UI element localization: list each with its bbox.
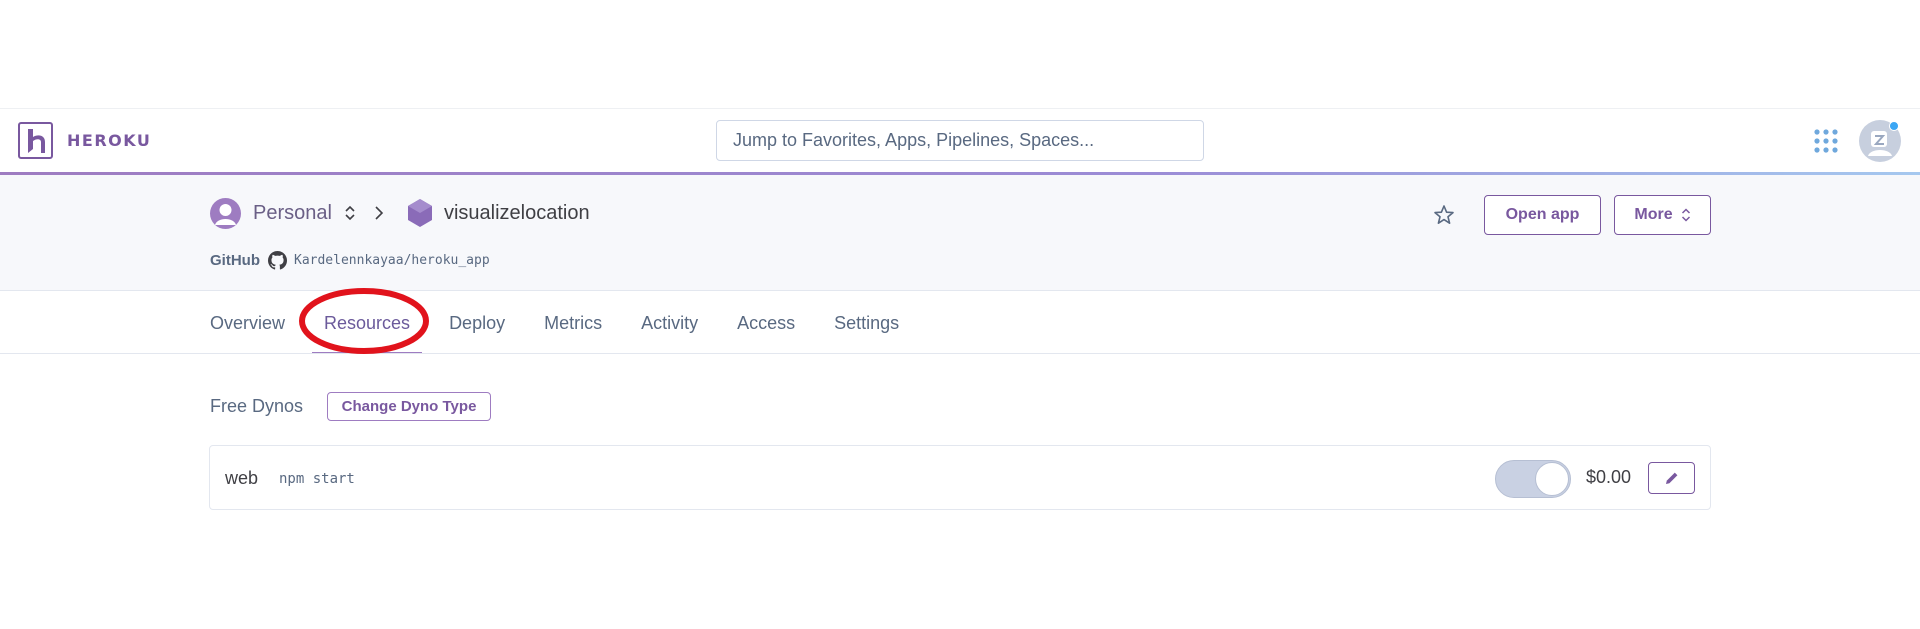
dynos-header: Free Dynos Change Dyno Type [210,392,492,421]
tab-resources[interactable]: Resources [312,292,423,354]
toggle-knob [1535,462,1569,496]
top-blank-area [0,0,1920,109]
heroku-logo[interactable]: HEROKU [18,122,151,159]
favorite-star-icon[interactable] [1433,204,1455,226]
breadcrumb: Personal visualizelocation [210,197,590,229]
tab-access[interactable]: Access [737,292,795,354]
dyno-type: web [225,468,259,488]
tab-settings[interactable]: Settings [834,292,899,354]
change-dyno-type-button[interactable]: Change Dyno Type [327,392,492,421]
more-button[interactable]: More [1614,195,1711,235]
tab-activity[interactable]: Activity [641,292,698,354]
more-button-label: More [1634,206,1673,223]
free-dynos-heading: Free Dynos [210,396,304,416]
dyno-toggle[interactable] [1495,460,1571,498]
app-hexagon-icon [407,199,432,227]
app-name[interactable]: visualizelocation [444,202,590,225]
owner-switcher[interactable]: Personal [253,202,332,225]
search-input[interactable] [716,120,1204,161]
updown-chevron-icon [1681,208,1690,222]
personal-avatar-icon [210,197,241,229]
updown-chevron-icon[interactable] [344,204,356,222]
dyno-row: web npm start $0.00 [209,445,1711,510]
brand-name: HEROKU [67,131,152,150]
chevron-right-icon [375,206,384,220]
app-header-band: Personal visualizelocation GitHub Kardel… [0,175,1920,291]
source-label: GitHub [210,251,260,269]
edit-dyno-button[interactable] [1648,462,1695,494]
open-app-button[interactable]: Open app [1484,195,1601,235]
pencil-icon [1665,472,1677,484]
tab-deploy[interactable]: Deploy [449,292,505,354]
dyno-command: npm start [279,471,355,487]
github-source: GitHub Kardelennkayaa/heroku_app [210,249,490,271]
tab-overview[interactable]: Overview [210,292,285,354]
app-tabs: Overview Resources Deploy Metrics Activi… [210,292,938,354]
github-icon [268,250,287,270]
tab-metrics[interactable]: Metrics [544,292,602,354]
top-header: HEROKU [0,110,1920,172]
apps-grid-icon[interactable] [1813,128,1839,154]
repo-link[interactable]: Kardelennkayaa/heroku_app [294,253,490,268]
tabs-divider [0,353,1920,354]
dyno-price: $0.00 [1586,467,1632,487]
notification-dot [1889,121,1899,131]
heroku-logo-icon [18,122,53,159]
